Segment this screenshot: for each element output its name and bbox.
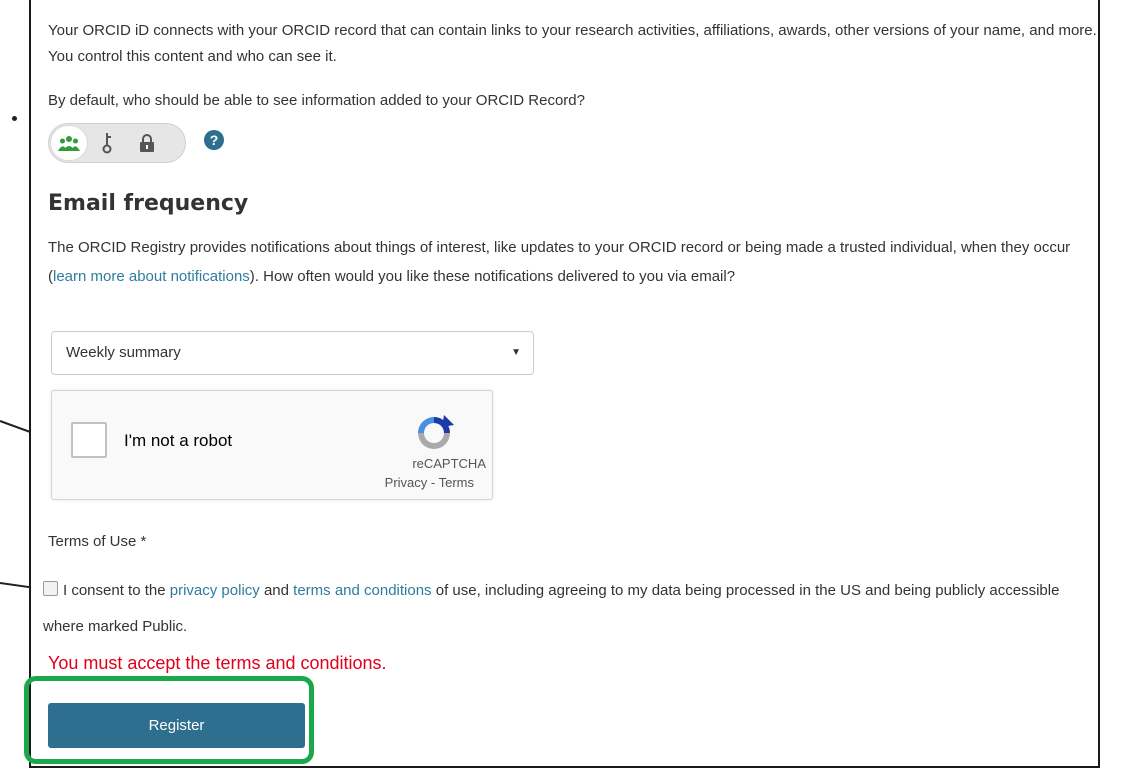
recaptcha-logo-icon [414, 413, 454, 458]
recaptcha-checkbox[interactable] [71, 422, 107, 458]
terms-and-conditions-link[interactable]: terms and conditions [293, 582, 431, 599]
email-frequency-description: The ORCID Registry provides notification… [48, 233, 1098, 291]
annotation-dot [12, 116, 17, 121]
consent-checkbox[interactable] [43, 581, 58, 596]
email-frequency-heading: Email frequency [48, 191, 249, 216]
consent-row: I consent to the privacy policy and term… [43, 573, 1103, 645]
everyone-icon [58, 136, 80, 151]
key-icon [102, 133, 112, 154]
recaptcha-label: I'm not a robot [124, 431, 233, 450]
email-frequency-selected: Weekly summary [66, 344, 181, 361]
terms-error-message: You must accept the terms and conditions… [48, 653, 387, 673]
register-button[interactable]: Register [48, 703, 305, 748]
visibility-private-button[interactable] [127, 125, 167, 161]
visibility-everyone-button[interactable] [51, 126, 87, 160]
learn-more-notifications-link[interactable]: learn more about notifications [53, 268, 250, 285]
intro-text: Your ORCID iD connects with your ORCID r… [48, 22, 1097, 65]
privacy-policy-link[interactable]: privacy policy [170, 582, 260, 599]
visibility-selector [48, 123, 186, 163]
email-frequency-select[interactable]: Weekly summary ▼ [51, 331, 534, 375]
consent-text: I consent to the [63, 582, 170, 599]
recaptcha-brand: reCAPTCHA [412, 456, 486, 471]
lock-icon [140, 134, 154, 152]
visibility-question: By default, who should be able to see in… [48, 92, 585, 109]
visibility-trusted-button[interactable] [87, 125, 127, 161]
terms-of-use-label: Terms of Use * [48, 533, 147, 550]
dropdown-arrow-icon: ▼ [511, 347, 521, 358]
consent-text-and: and [259, 582, 294, 599]
recaptcha-widget: I'm not a robot reCAPTCHA Privacy - Term… [51, 390, 493, 500]
recaptcha-privacy-terms-link[interactable]: Privacy - Terms [385, 475, 474, 490]
email-frequency-text-end: ). How often would you like these notifi… [249, 268, 736, 285]
help-icon[interactable]: ? [204, 130, 224, 150]
